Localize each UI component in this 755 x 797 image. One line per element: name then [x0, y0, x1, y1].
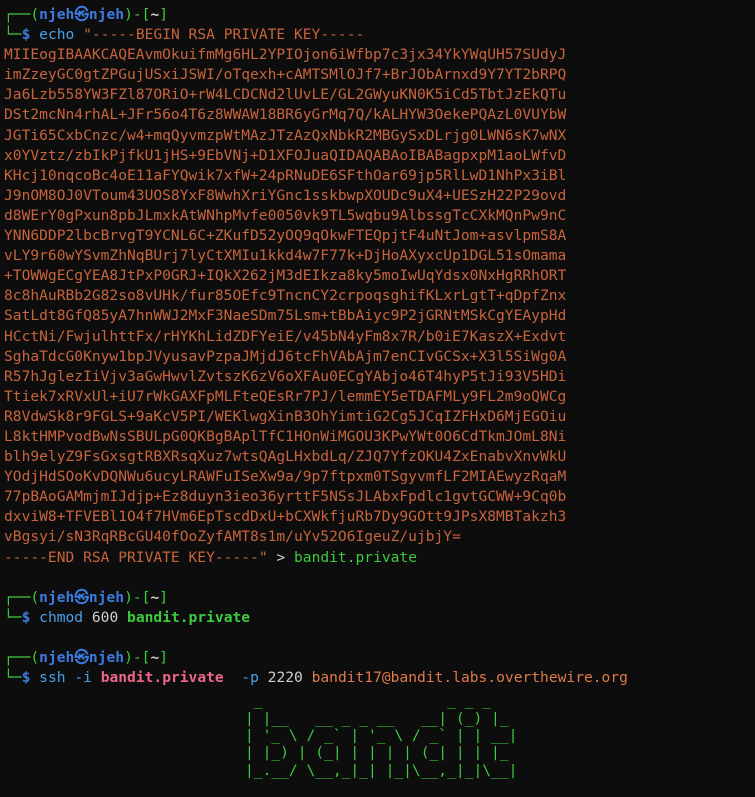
prompt-host: njeh — [88, 588, 125, 606]
key-line: vBgsyi/sN3RqRBcGU40fOoZyfAMT8s1m/uYv52O6… — [4, 528, 461, 546]
prompt-user: njeh — [39, 649, 75, 666]
redirect-op: > — [276, 548, 286, 566]
key-line: 8c8hAuRBb2G82so8vUHk/fur85OEfc9TncnCY2cr… — [4, 287, 567, 305]
ssh-keyfile: bandit.private — [100, 669, 224, 687]
cmd-verb: echo — [39, 26, 75, 44]
key-line: R57hJglezIiVjv3aGwHwvlZvtszK6zV6oXFAu0EC… — [4, 367, 567, 385]
key-begin: -----BEGIN RSA PRIVATE KEY----- — [91, 26, 365, 44]
key-line: YNN6DDP2lbcBrvgT9YCNL6C+ZKufD52yOQ9qOkwF… — [4, 227, 567, 245]
key-line: KHcj10nqcoBc4oE11aFYQwik7xfW+24pRNuDE6SF… — [4, 166, 567, 184]
banner-line: | |_) | (_| | | | | (_| | | |_ — [245, 744, 518, 762]
bandit-ascii-banner: _ _ _ _ | |__ __ _ _ __ __| (_) |_ | '_ … — [245, 692, 755, 779]
key-line: JGTi65CxbCnzc/w4+mqQyvmzpWtMAzJTzAzQxNbk… — [4, 126, 567, 144]
prompt-line: ┌──(njeh㉿njeh)-[~] — [4, 588, 169, 606]
key-line: +TOWWgECgYEA8JtPxP0GRJ+IQkX262jM3dEIkza8… — [4, 267, 567, 285]
key-block: MIIEogIBAAKCAQEAvmOkuifmMg6HL2YPIOjon6iW… — [4, 45, 755, 547]
key-line: DSt2mcNn4rhAL+JFr56o4T6z8WWAW18BR6yGrMq7… — [4, 106, 567, 124]
key-line: SghaTdcG0Knyw1bpJVyusavPzpaJMjdJ6tcFhVAb… — [4, 347, 567, 365]
cmd-verb: chmod — [39, 608, 84, 626]
key-line: J9nOM8OJ0VToum43UOS8YxF8WwhXriYGnc1sskbw… — [4, 186, 567, 204]
key-line: HCctNi/FwjulhttFx/rHYKhLidZDFYeiE/v45bN4… — [4, 327, 567, 345]
key-line: 77pBAoGAMmjmIJdjp+Ez8duyn3ieo36yrttF5NSs… — [4, 488, 567, 506]
terminal[interactable]: ┌──(njeh㉿njeh)-[~] └─$ echo "-----BEGIN … — [0, 0, 755, 797]
command-line-echo: └─$ echo "-----BEGIN RSA PRIVATE KEY----… — [4, 26, 365, 44]
prompt-host: njeh — [88, 649, 125, 666]
banner-line: _ _ _ _ — [245, 692, 518, 710]
key-line: x0YVztz/zbIkPjfkU1jHS+9EbVNj+D1XFOJuaQID… — [4, 146, 567, 164]
prompt-cwd: ~ — [150, 6, 160, 23]
key-line: MIIEogIBAAKCAQEAvmOkuifmMg6HL2YPIOjon6iW… — [4, 46, 567, 64]
ssh-flag-i: -i — [74, 669, 92, 687]
key-line: SatLdt8GfQ85yA7hnWWJ2MxF3NaeSDm75Lsm+tBb… — [4, 307, 567, 325]
key-line: Ttiek7xRVxUl+iU7rWkGAXFpMLFteQEsRr7PJ/le… — [4, 387, 567, 405]
key-line: YOdjHdSOoKvDQNWu6ucyLRAWFuISeXw9a/9p7ftp… — [4, 468, 567, 486]
ssh-port: 2220 — [267, 669, 303, 687]
prompt-cwd: ~ — [150, 649, 160, 666]
prompt-line: ┌──(njeh㉿njeh)-[~] — [4, 649, 169, 666]
banner-line: |_.__/ \__,_|_| |_|\__,_|_|\__| — [245, 761, 518, 779]
prompt-user: njeh — [39, 6, 75, 23]
key-line: dxviW8+TFVEBl1O4f7HVm6EpTscdDxU+bCXWkfju… — [4, 508, 567, 526]
command-line-chmod: └─$ chmod 600 bandit.private — [4, 608, 251, 626]
command-line-ssh: └─$ ssh -i bandit.private -p 2220 bandit… — [4, 669, 628, 687]
ssh-flag-p: -p — [241, 669, 259, 687]
prompt-cwd: ~ — [150, 588, 160, 606]
key-end: -----END RSA PRIVATE KEY----- — [4, 548, 259, 566]
banner-line: | '_ \ / _` | '_ \ / _` | | __| — [245, 727, 518, 744]
key-line: imZzeyGC0gtZPGujUSxiJSWI/oTqexh+cAMTSMlO… — [4, 66, 567, 84]
ssh-destination: bandit17@bandit.labs.overthewire.org — [311, 669, 628, 687]
quote-close: " — [258, 548, 268, 566]
key-end-line: -----END RSA PRIVATE KEY-----" > bandit.… — [4, 548, 755, 568]
redirect-target: bandit.private — [294, 548, 418, 566]
prompt-user: njeh — [39, 588, 75, 606]
banner-line: | |__ __ _ _ __ __| (_) |_ — [245, 709, 518, 727]
key-line: vLY9r60wYSvmZhNqBUrj7lyCtXMIu1kkd4w7F77k… — [4, 247, 567, 265]
prompt-line: ┌──(njeh㉿njeh)-[~] — [4, 6, 169, 23]
key-line: L8ktHMPvodBwNsSBULpG0QKBgBAplTfC1HOnWiMG… — [4, 427, 567, 445]
cmd-verb: ssh — [39, 669, 66, 687]
prompt-host: njeh — [88, 6, 125, 23]
chmod-target: bandit.private — [127, 608, 251, 626]
key-line: R8VdwSk8r9FGLS+9aKcV5PI/WEKlwgXinB3OhYim… — [4, 407, 567, 425]
key-line: Ja6Lzb558YW3FZl87ORiO+rW4LCDCNd2lUvLE/GL… — [4, 86, 567, 104]
key-line: blh9elyZ9FsGxsgtRBXRsqXuz7wtsQAgLHxbdLq/… — [4, 448, 567, 466]
chmod-mode: 600 — [91, 608, 119, 626]
quote-open: " — [83, 26, 92, 44]
key-line: d8WErY0gPxun8pbJLmxkAtWNhpMvfe0050vk9TL5… — [4, 206, 567, 224]
